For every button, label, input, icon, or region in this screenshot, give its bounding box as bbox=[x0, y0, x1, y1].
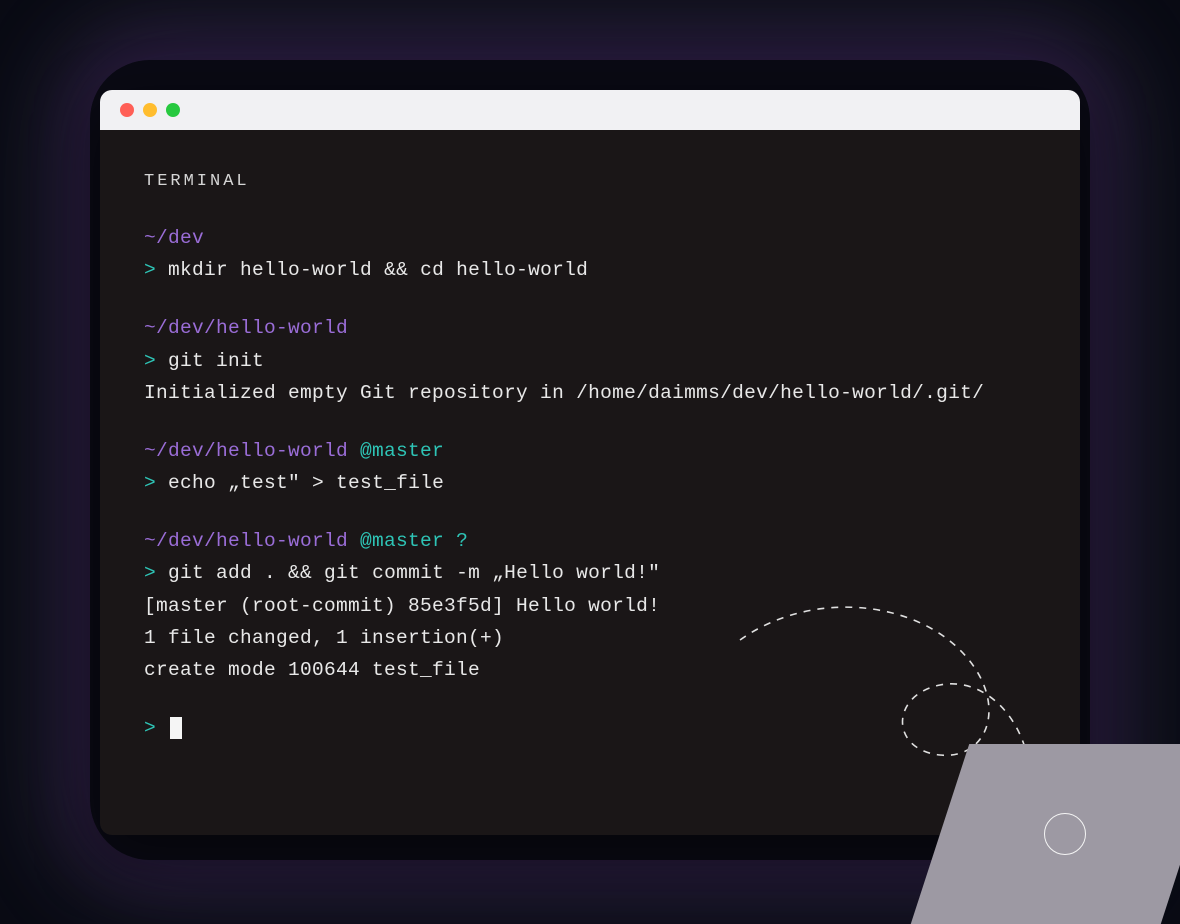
command-text: git init bbox=[168, 350, 264, 372]
output-text: create mode 100644 test_file bbox=[144, 654, 1036, 686]
output-text: 1 file changed, 1 insertion(+) bbox=[144, 622, 1036, 654]
minimize-icon[interactable] bbox=[143, 103, 157, 117]
path-text: ~/dev bbox=[144, 227, 204, 249]
window-titlebar bbox=[100, 90, 1080, 130]
terminal-window: TERMINAL ~/dev > mkdir hello-world && cd… bbox=[100, 90, 1080, 835]
branch-text: @master bbox=[348, 440, 444, 462]
terminal-block: ~/dev/hello-world > git init Initialized… bbox=[144, 312, 1036, 409]
prompt-symbol: > bbox=[144, 350, 156, 372]
terminal-block: ~/dev/hello-world @master ? > git add . … bbox=[144, 525, 1036, 686]
close-icon[interactable] bbox=[120, 103, 134, 117]
path-text: ~/dev/hello-world bbox=[144, 440, 348, 462]
prompt-symbol: > bbox=[144, 259, 156, 281]
circle-icon bbox=[1044, 813, 1086, 855]
command-text: git add . && git commit -m „Hello world!… bbox=[168, 562, 660, 584]
prompt-symbol: > bbox=[144, 562, 156, 584]
terminal-block: ~/dev/hello-world @master > echo „test" … bbox=[144, 435, 1036, 499]
terminal-title: TERMINAL bbox=[144, 168, 1036, 196]
command-text: mkdir hello-world && cd hello-world bbox=[168, 259, 588, 281]
path-text: ~/dev/hello-world bbox=[144, 530, 348, 552]
prompt-symbol: > bbox=[144, 717, 156, 739]
terminal-body[interactable]: TERMINAL ~/dev > mkdir hello-world && cd… bbox=[100, 130, 1080, 782]
prompt-symbol: > bbox=[144, 472, 156, 494]
active-prompt[interactable]: > bbox=[144, 712, 1036, 744]
branch-text: @master ? bbox=[348, 530, 468, 552]
output-text: Initialized empty Git repository in /hom… bbox=[144, 377, 1036, 409]
output-text: [master (root-commit) 85e3f5d] Hello wor… bbox=[144, 590, 1036, 622]
maximize-icon[interactable] bbox=[166, 103, 180, 117]
cursor-icon bbox=[170, 717, 182, 739]
command-text: echo „test" > test_file bbox=[168, 472, 444, 494]
terminal-block: ~/dev > mkdir hello-world && cd hello-wo… bbox=[144, 222, 1036, 286]
path-text: ~/dev/hello-world bbox=[144, 317, 348, 339]
